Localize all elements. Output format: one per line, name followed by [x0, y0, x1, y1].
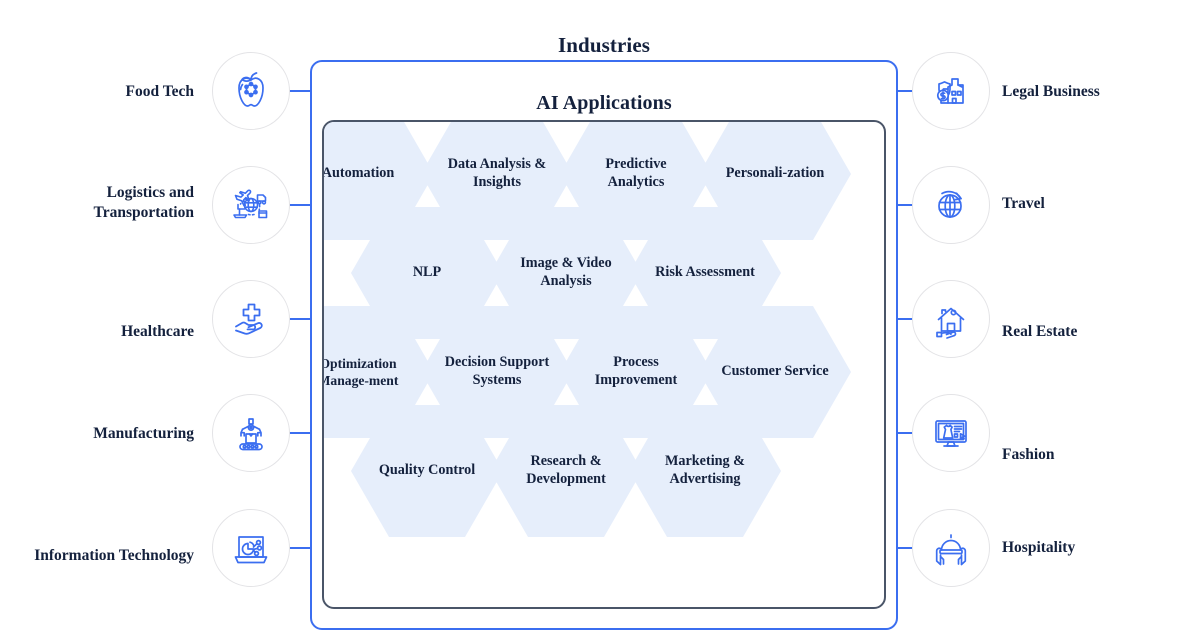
industry-node-fashion[interactable] — [912, 394, 990, 472]
industry-label-manufacturing: Manufacturing — [93, 425, 194, 442]
monitor-dress-icon — [935, 420, 967, 447]
industry-label-travel: Travel — [1002, 195, 1045, 212]
industry-label-legal-business: Legal Business — [1002, 83, 1100, 100]
industries-title: Industries — [557, 33, 651, 57]
industry-node-logistics[interactable] — [212, 166, 290, 244]
industry-node-manufacturing[interactable] — [212, 394, 290, 472]
industry-label-logistics: Logistics and Transportation — [93, 184, 194, 222]
connector-left-5 — [289, 547, 311, 549]
hex-label: Automation — [322, 165, 395, 182]
connector-left-1 — [289, 90, 311, 92]
connector-left-3 — [289, 318, 311, 320]
hex-label: Optimization Manage-ment — [322, 355, 399, 388]
hex-label: NLP — [412, 264, 442, 281]
hex-label: Predictive Analytics — [605, 156, 667, 190]
laptop-analytics-icon — [234, 536, 268, 564]
industry-label-healthcare: Healthcare — [121, 323, 194, 340]
hand-medical-cross-icon — [235, 303, 263, 335]
industry-label-fashion: Fashion — [1002, 446, 1055, 463]
hex-label: Research & Development — [526, 453, 606, 487]
industry-label-food-tech: Food Tech — [125, 83, 194, 100]
industry-node-healthcare[interactable] — [212, 280, 290, 358]
hands-cloche-bell-icon — [935, 534, 967, 566]
industry-node-real-estate[interactable] — [912, 280, 990, 358]
hex-label: Decision Support Systems — [444, 354, 550, 388]
hexagon-grid: Automation Data Analysis & Insights Pred… — [324, 122, 884, 607]
globe-plane-truck-ship-icon — [233, 189, 268, 219]
robot-arm-conveyor-icon — [239, 418, 263, 451]
ai-applications-title: AI Applications — [536, 92, 672, 114]
shield-building-dollar-icon — [936, 78, 964, 104]
hex-label: Risk Assessment — [655, 264, 755, 281]
industry-node-information-technology[interactable] — [212, 509, 290, 587]
hex-label: Quality Control — [378, 462, 476, 479]
hex-label: Marketing & Advertising — [665, 453, 745, 487]
connector-left-4 — [289, 432, 311, 434]
hex-label: Image & Video Analysis — [520, 255, 612, 289]
hex-label: Process Improvement — [594, 354, 678, 388]
industry-node-food-tech[interactable] — [212, 52, 290, 130]
diagram-canvas: Industries AI Applications Automation Da… — [0, 0, 1184, 644]
connector-left-2 — [289, 204, 311, 206]
hex-label: Data Analysis & Insights — [447, 156, 547, 190]
industry-label-real-estate: Real Estate — [1002, 323, 1078, 340]
globe-arrow-icon — [938, 190, 962, 218]
hex-label: Customer Service — [721, 363, 829, 380]
industry-node-legal-business[interactable] — [912, 52, 990, 130]
house-hand-icon — [936, 307, 965, 339]
industry-label-information-technology: Information Technology — [34, 547, 194, 564]
industry-node-travel[interactable] — [912, 166, 990, 244]
apple-molecule-icon — [238, 72, 264, 107]
industry-label-hospitality: Hospitality — [1002, 539, 1076, 556]
hex-label: Personali-zation — [725, 165, 825, 182]
ai-applications-box: Automation Data Analysis & Insights Pred… — [322, 120, 886, 609]
industry-node-hospitality[interactable] — [912, 509, 990, 587]
